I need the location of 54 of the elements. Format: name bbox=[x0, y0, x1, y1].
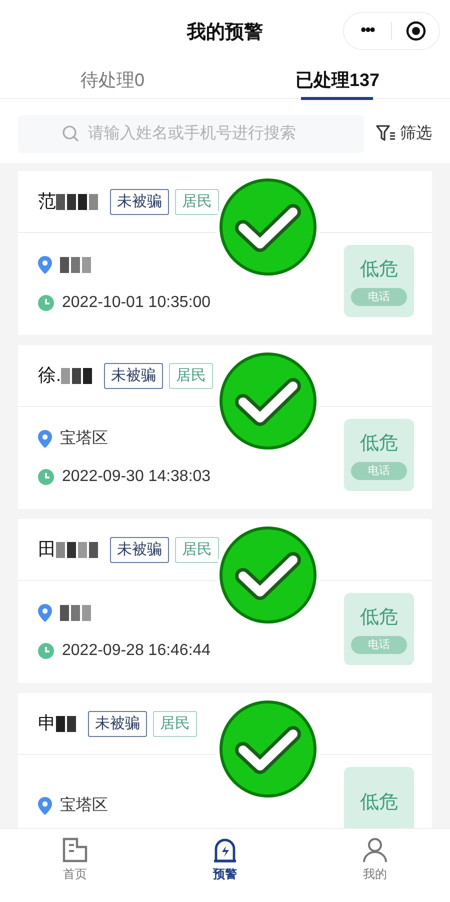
tab[interactable]: 已处理137 bbox=[295, 62, 380, 99]
channel-pill: 电话 bbox=[351, 636, 407, 654]
redacted-text bbox=[56, 194, 98, 210]
person-name: 徐. bbox=[38, 364, 62, 387]
risk-level: 低危 bbox=[360, 432, 398, 456]
channel-pill: 电话 bbox=[351, 288, 407, 306]
risk-level: 低危 bbox=[360, 606, 398, 630]
timestamp: 2022-10-01 10:35:00 bbox=[62, 293, 211, 313]
filter-icon bbox=[376, 125, 396, 143]
alert-card[interactable]: 徐. 未被骗 居民 宝塔区 2022-09-30 14:38:03 低危 电话 bbox=[18, 345, 432, 509]
tag: 居民 bbox=[153, 710, 197, 736]
nav-tab[interactable]: 我的 bbox=[300, 829, 450, 902]
clock-icon bbox=[38, 643, 54, 659]
timestamp: 2022-09-28 16:46:44 bbox=[62, 641, 211, 661]
alarm-light-icon bbox=[212, 837, 238, 863]
redacted-text bbox=[60, 257, 91, 273]
filter-button[interactable]: 筛选 bbox=[376, 122, 432, 146]
timestamp: 2022-09-30 14:38:03 bbox=[62, 467, 211, 487]
tag: 居民 bbox=[175, 536, 219, 562]
redacted-text bbox=[56, 716, 76, 732]
location-pin-icon bbox=[38, 256, 52, 274]
clock-icon bbox=[38, 295, 54, 311]
tag: 未被骗 bbox=[110, 536, 169, 562]
tag: 居民 bbox=[169, 362, 214, 388]
clock-icon bbox=[38, 469, 54, 485]
redacted-text bbox=[61, 368, 92, 384]
location-pin-icon bbox=[38, 604, 52, 622]
window-title: 我的预警 bbox=[187, 20, 263, 45]
person-icon bbox=[362, 837, 388, 863]
address-text: 宝塔区 bbox=[60, 796, 108, 816]
more-button[interactable]: ••• bbox=[344, 23, 392, 39]
risk-level: 低危 bbox=[360, 258, 398, 282]
document-icon bbox=[62, 837, 88, 863]
person-name: 田 bbox=[38, 538, 56, 561]
tag: 未被骗 bbox=[110, 188, 169, 214]
tab[interactable]: 待处理0 bbox=[80, 62, 144, 99]
tag: 未被骗 bbox=[104, 362, 164, 388]
nav-tab[interactable]: 首页 bbox=[0, 829, 150, 902]
redacted-text bbox=[56, 542, 98, 558]
alert-card[interactable]: 范 未被骗 居民 2022-10-01 10:35:00 低危 电话 bbox=[18, 171, 432, 335]
alert-card[interactable]: 田 未被骗 居民 2022-09-28 16:46:44 低危 电话 bbox=[18, 519, 432, 683]
tag: 居民 bbox=[175, 188, 219, 214]
person-name: 申 bbox=[38, 712, 56, 735]
address-text: 宝塔区 bbox=[60, 428, 108, 449]
tag: 未被骗 bbox=[88, 710, 147, 736]
risk-level: 低危 bbox=[360, 790, 398, 815]
alert-card[interactable]: 申 未被骗 居民 宝塔区 低危 bbox=[18, 693, 432, 828]
nav-tab[interactable]: 预警 bbox=[150, 829, 300, 902]
person-name: 范 bbox=[38, 190, 56, 213]
redacted-text bbox=[60, 605, 91, 621]
search-field[interactable]: 请输入姓名或手机号进行搜索 bbox=[18, 115, 364, 153]
location-pin-icon bbox=[38, 797, 52, 815]
location-pin-icon bbox=[38, 430, 52, 448]
channel-pill: 电话 bbox=[351, 462, 407, 480]
